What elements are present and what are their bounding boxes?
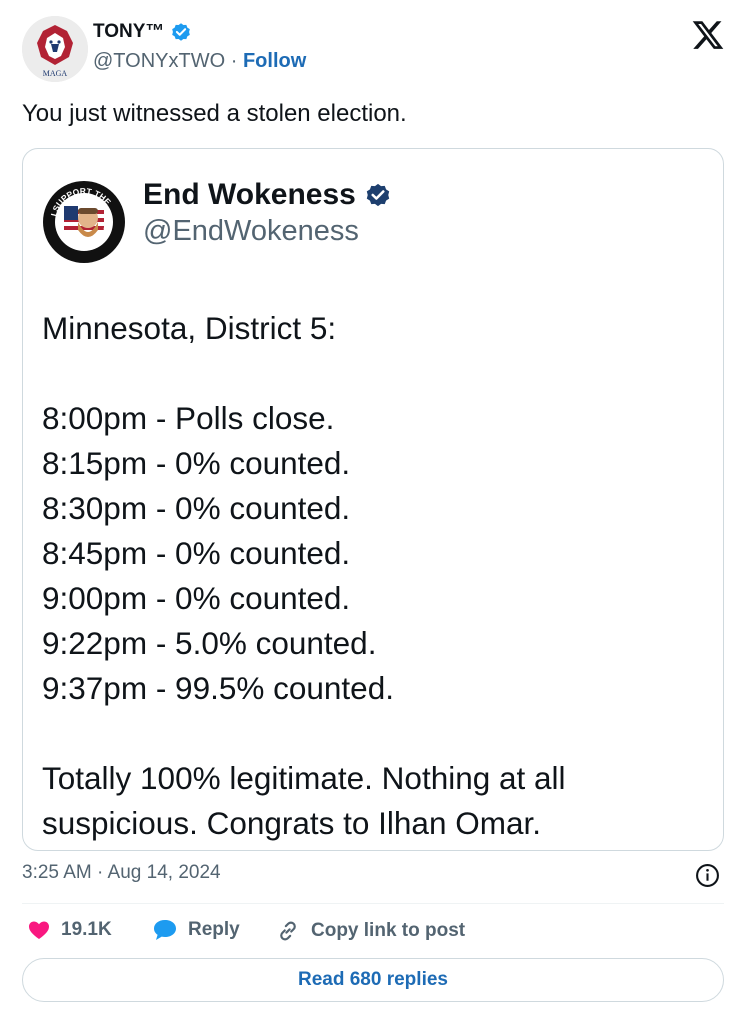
quoted-author-name[interactable]: End Wokeness	[143, 178, 356, 212]
divider	[22, 903, 724, 904]
quoted-text-spacer	[42, 351, 692, 396]
quoted-text-line: 9:00pm - 0% counted.	[42, 580, 351, 616]
reply-label: Reply	[188, 919, 240, 940]
verified-badge-icon	[366, 183, 390, 207]
follow-button[interactable]: Follow	[243, 50, 306, 72]
quoted-text-line: suspicious. Congrats to Ilhan Omar.	[42, 805, 541, 841]
quoted-text-line: 9:22pm - 5.0% counted.	[42, 625, 377, 661]
tweet-timestamp[interactable]: 3:25 AM · Aug 14, 2024	[22, 862, 221, 884]
quoted-author-name-row: End Wokeness	[143, 178, 392, 212]
quoted-text-line: 8:30pm - 0% counted.	[42, 490, 351, 526]
heart-icon	[29, 921, 49, 939]
quoted-author-handle[interactable]: @EndWokeness	[143, 215, 359, 248]
quoted-text-line: Totally 100% legitimate. Nothing at all	[42, 760, 566, 796]
quoted-text-spacer	[42, 711, 692, 756]
quoted-text-line: 9:37pm - 99.5% counted.	[42, 670, 394, 706]
quoted-text-line: Minnesota, District 5:	[42, 310, 337, 346]
quoted-author-avatar[interactable]: I SUPPORT THE FORMER THINGS	[42, 180, 126, 264]
copy-link-button[interactable]: Copy link to post	[275, 918, 465, 944]
quoted-text-line: 8:15pm - 0% counted.	[42, 445, 351, 481]
tweet-text: You just witnessed a stolen election.	[22, 100, 407, 127]
author-handle-row: @TONYxTWO · Follow	[93, 50, 306, 73]
speech-bubble-icon	[154, 920, 176, 940]
author-avatar[interactable]: MAGA	[22, 16, 88, 82]
like-button[interactable]: 19.1K	[27, 918, 112, 942]
quoted-tweet-text: Minnesota, District 5: 8:00pm - Polls cl…	[42, 306, 692, 846]
x-logo-icon[interactable]	[691, 18, 725, 52]
author-name-row: TONY™	[93, 21, 192, 43]
verified-badge-icon	[172, 23, 191, 41]
lion-logo-icon: MAGA	[22, 16, 88, 82]
link-icon	[280, 921, 296, 941]
quoted-text-line: 8:45pm - 0% counted.	[42, 535, 351, 571]
read-replies-button[interactable]: Read 680 replies	[22, 958, 724, 1002]
author-handle[interactable]: @TONYxTWO	[93, 50, 225, 72]
svg-text:MAGA: MAGA	[43, 69, 68, 78]
like-count: 19.1K	[61, 919, 112, 940]
info-icon[interactable]	[695, 863, 720, 888]
author-name[interactable]: TONY™	[93, 21, 164, 43]
reply-button[interactable]: Reply	[152, 918, 240, 942]
support-badge-icon: I SUPPORT THE FORMER THINGS	[42, 180, 125, 263]
copy-link-label: Copy link to post	[311, 920, 466, 941]
quoted-text-line: 8:00pm - Polls close.	[42, 400, 335, 436]
handle-separator: ·	[230, 50, 238, 72]
